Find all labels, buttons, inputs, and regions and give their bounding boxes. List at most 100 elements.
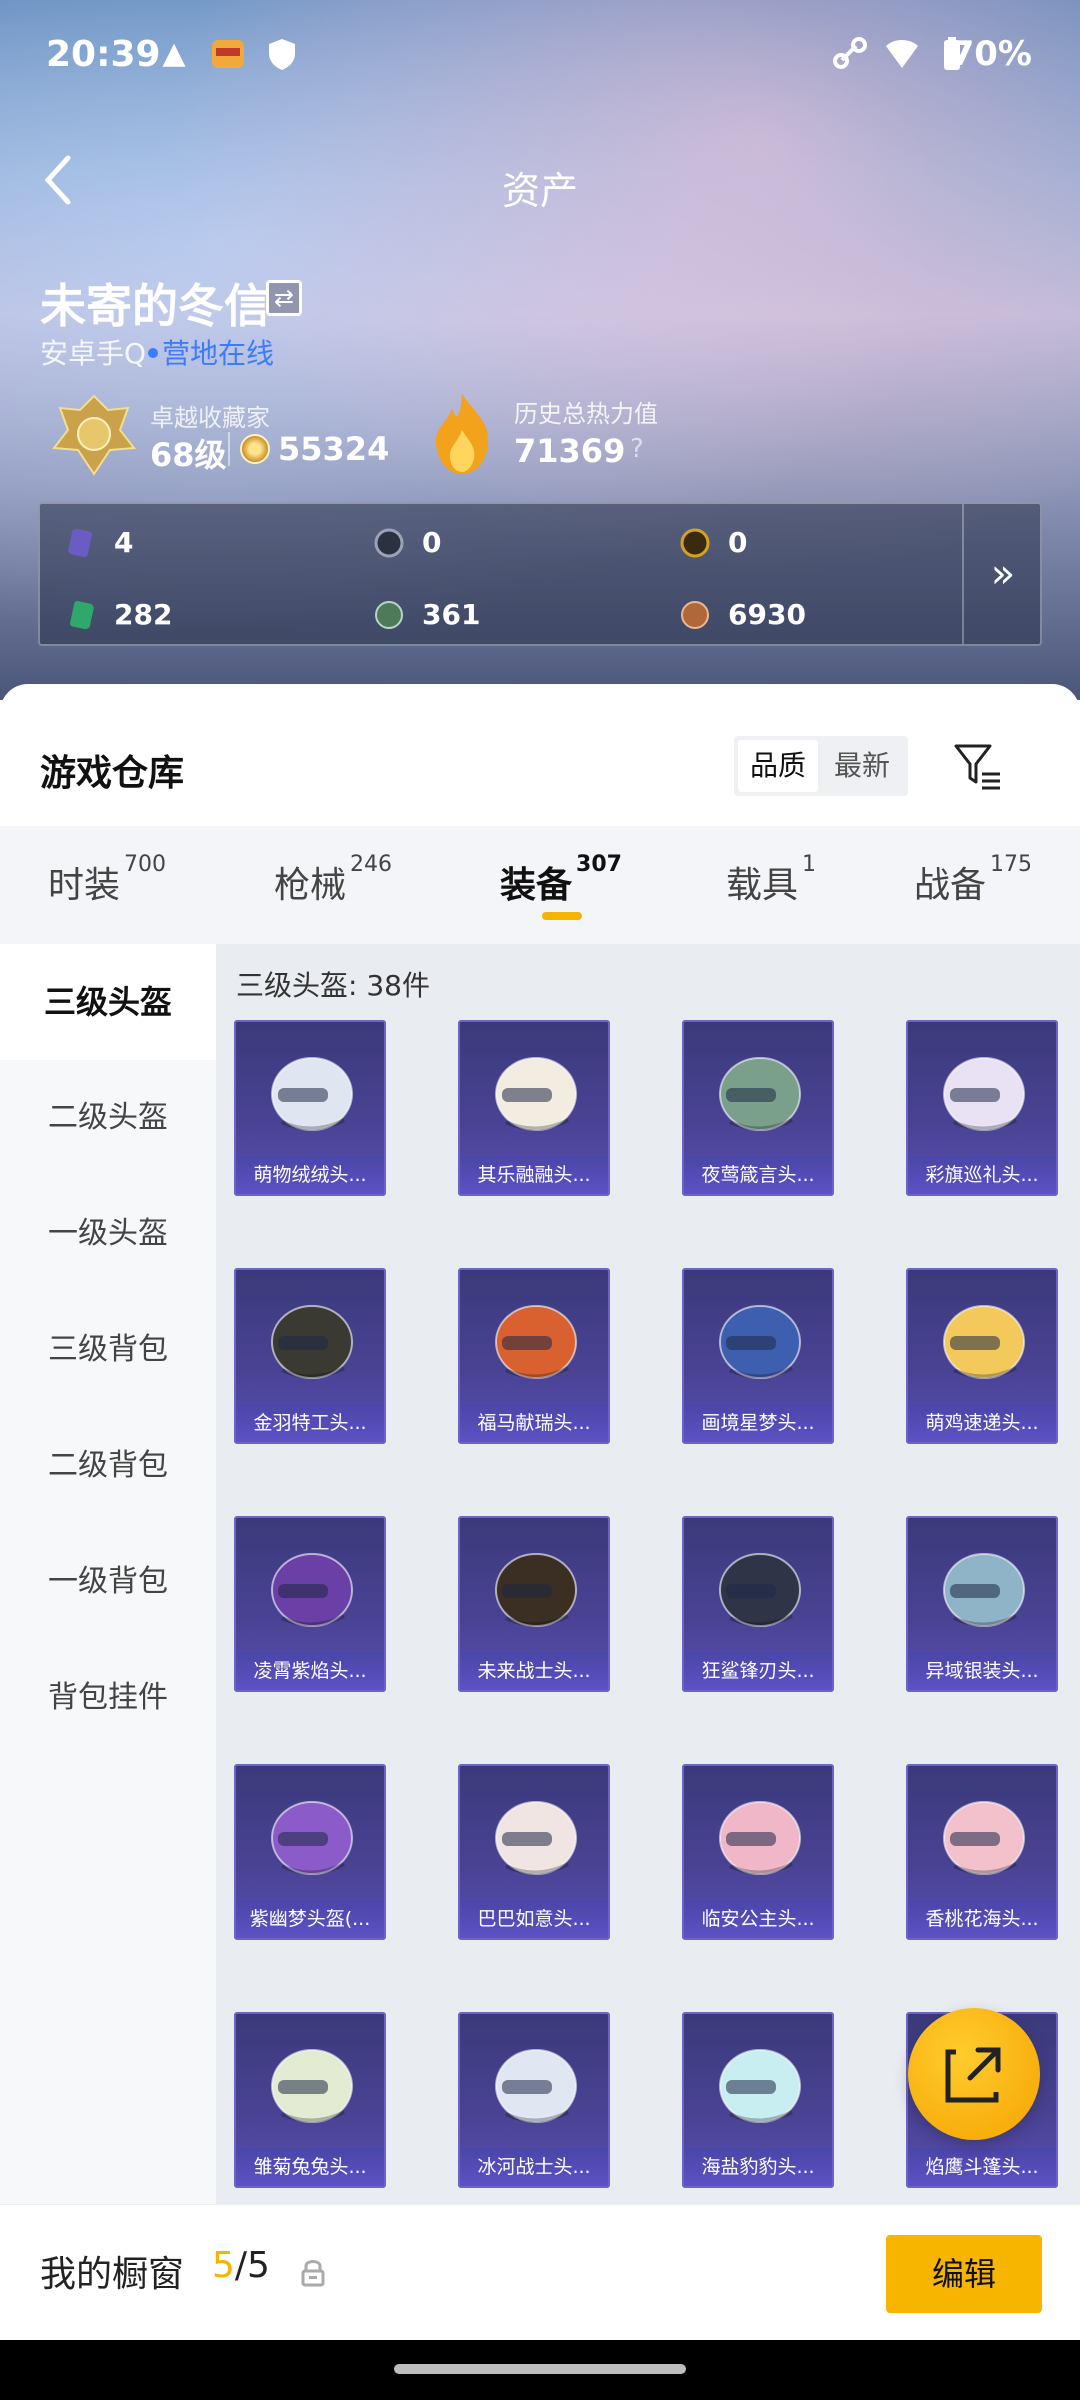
card-icon <box>68 528 92 558</box>
item-name: 萌物绒绒头... <box>236 1156 384 1194</box>
item-name: 雏菊兔兔头... <box>236 2148 384 2186</box>
player-name: 未寄的冬信 <box>40 279 270 333</box>
bronze-coin-icon <box>681 601 709 629</box>
player-level: 68级 <box>150 436 227 474</box>
item-name: 临安公主头... <box>684 1900 832 1938</box>
item-card[interactable]: 福马献瑞头... <box>458 1268 610 1444</box>
help-icon[interactable]: ? <box>630 434 644 464</box>
heat-value: 71369 <box>514 432 626 470</box>
status-time: 20:39 <box>46 34 161 75</box>
green-orb-icon <box>375 601 403 629</box>
item-card[interactable]: 夜莺箴言头... <box>682 1020 834 1196</box>
item-card[interactable]: 萌物绒绒头... <box>234 1020 386 1196</box>
showcase-bar: 我的橱窗 5/5 编辑 <box>0 2204 1080 2340</box>
sort-newest-button[interactable]: 最新 <box>822 740 902 792</box>
helmet-icon <box>495 1801 577 1875</box>
sidebar-item-level2-helmet[interactable]: 二级头盔 <box>0 1060 216 1176</box>
item-name: 未来战士头... <box>460 1652 608 1690</box>
helmet-icon <box>271 1553 353 1627</box>
sort-quality-button[interactable]: 品质 <box>738 740 818 792</box>
helmet-icon <box>271 2049 353 2123</box>
item-card[interactable]: 巴巴如意头... <box>458 1764 610 1940</box>
item-name: 海盐豹豹头... <box>684 2148 832 2186</box>
item-card[interactable]: 金羽特工头... <box>234 1268 386 1444</box>
item-card[interactable]: 狂鲨锋刃头... <box>682 1516 834 1692</box>
helmet-icon <box>271 1057 353 1131</box>
item-card[interactable]: 临安公主头... <box>682 1764 834 1940</box>
home-indicator[interactable] <box>394 2364 686 2374</box>
wifi-icon <box>884 36 920 72</box>
tab-fashion[interactable]: 时装700 <box>48 852 166 908</box>
item-card[interactable]: 画境星梦头... <box>682 1268 834 1444</box>
rank-title: 卓越收藏家 <box>150 404 270 432</box>
item-name: 凌霄紫焰头... <box>236 1652 384 1690</box>
sidebar-item-level1-helmet[interactable]: 一级头盔 <box>0 1176 216 1292</box>
coin-value: 55324 <box>278 430 390 468</box>
game-app-icon <box>210 36 246 72</box>
item-card[interactable]: 海盐豹豹头... <box>682 2012 834 2188</box>
coin-icon <box>240 434 270 464</box>
helmet-icon <box>495 1305 577 1379</box>
helmet-icon <box>495 1057 577 1131</box>
item-card[interactable]: 彩旗巡礼头... <box>906 1020 1058 1196</box>
sidebar-item-backpack-pendant[interactable]: 背包挂件 <box>0 1640 216 1756</box>
category-tabs: 时装700 枪械246 装备307 载具1 战备175 <box>0 826 1080 944</box>
item-name: 狂鲨锋刃头... <box>684 1652 832 1690</box>
filter-button[interactable] <box>950 738 1006 794</box>
warehouse-title: 游戏仓库 <box>40 753 185 794</box>
divider <box>228 432 230 466</box>
double-chevron-right-icon: » <box>990 551 1016 597</box>
sidebar-item-level3-backpack[interactable]: 三级背包 <box>0 1292 216 1408</box>
helmet-icon <box>719 2049 801 2123</box>
green-card-icon <box>70 600 94 630</box>
helmet-icon <box>943 1553 1025 1627</box>
helmet-icon <box>943 1057 1025 1131</box>
sidebar-item-level2-backpack[interactable]: 二级背包 <box>0 1408 216 1524</box>
share-button[interactable] <box>908 2008 1040 2140</box>
link-icon <box>832 36 868 72</box>
currency-panel[interactable]: 4 0 0 282 361 6930 » <box>38 502 1042 646</box>
item-card[interactable]: 凌霄紫焰头... <box>234 1516 386 1692</box>
item-card[interactable]: 雏菊兔兔头... <box>234 2012 386 2188</box>
active-tab-indicator <box>542 912 582 920</box>
item-card[interactable]: 紫幽梦头盔(... <box>234 1764 386 1940</box>
tab-weapons[interactable]: 枪械246 <box>274 852 392 908</box>
helmet-icon <box>271 1305 353 1379</box>
ticket-icon <box>374 528 404 558</box>
tab-supplies[interactable]: 战备175 <box>914 852 1032 908</box>
flame-icon <box>430 392 494 476</box>
item-card[interactable]: 其乐融融头... <box>458 1020 610 1196</box>
status-bar: 20:39 ▲ 70% <box>0 0 1080 110</box>
item-name: 金羽特工头... <box>236 1404 384 1442</box>
lock-icon <box>300 2257 326 2287</box>
item-name: 巴巴如意头... <box>460 1900 608 1938</box>
online-status: 营地在线 <box>162 337 275 370</box>
item-name: 彩旗巡礼头... <box>908 1156 1056 1194</box>
sidebar-item-level1-backpack[interactable]: 一级背包 <box>0 1524 216 1640</box>
switch-account-icon[interactable]: ⇄ <box>266 280 302 316</box>
item-card[interactable]: 异域银装头... <box>906 1516 1058 1692</box>
share-icon <box>945 2047 1001 2103</box>
helmet-icon <box>943 1305 1025 1379</box>
tab-vehicles[interactable]: 载具1 <box>726 852 816 908</box>
item-name: 萌鸡速递头... <box>908 1404 1056 1442</box>
subcategory-sidebar: 三级头盔 二级头盔 一级头盔 三级背包 二级背包 一级背包 背包挂件 <box>0 944 216 2204</box>
helmet-icon <box>719 1801 801 1875</box>
expand-more-button[interactable]: » <box>964 504 1042 644</box>
item-card[interactable]: 冰河战士头... <box>458 2012 610 2188</box>
item-card[interactable]: 萌鸡速递头... <box>906 1268 1058 1444</box>
showcase-count: 5/5 <box>212 2245 270 2286</box>
item-name: 香桃花海头... <box>908 1900 1056 1938</box>
tab-equipment[interactable]: 装备307 <box>500 852 622 908</box>
collector-emblem-icon <box>48 390 140 482</box>
item-card[interactable]: 香桃花海头... <box>906 1764 1058 1940</box>
heat-title: 历史总热力值 <box>514 400 658 428</box>
showcase-label: 我的橱窗 <box>40 2254 185 2295</box>
item-card[interactable]: 未来战士头... <box>458 1516 610 1692</box>
edit-button[interactable]: 编辑 <box>886 2235 1042 2313</box>
shield-icon <box>264 36 300 72</box>
section-label: 三级头盔: 38件 <box>236 969 430 1002</box>
gold-coin-icon <box>680 528 710 558</box>
sidebar-item-level3-helmet[interactable]: 三级头盔 <box>0 944 216 1060</box>
item-name: 其乐融融头... <box>460 1156 608 1194</box>
